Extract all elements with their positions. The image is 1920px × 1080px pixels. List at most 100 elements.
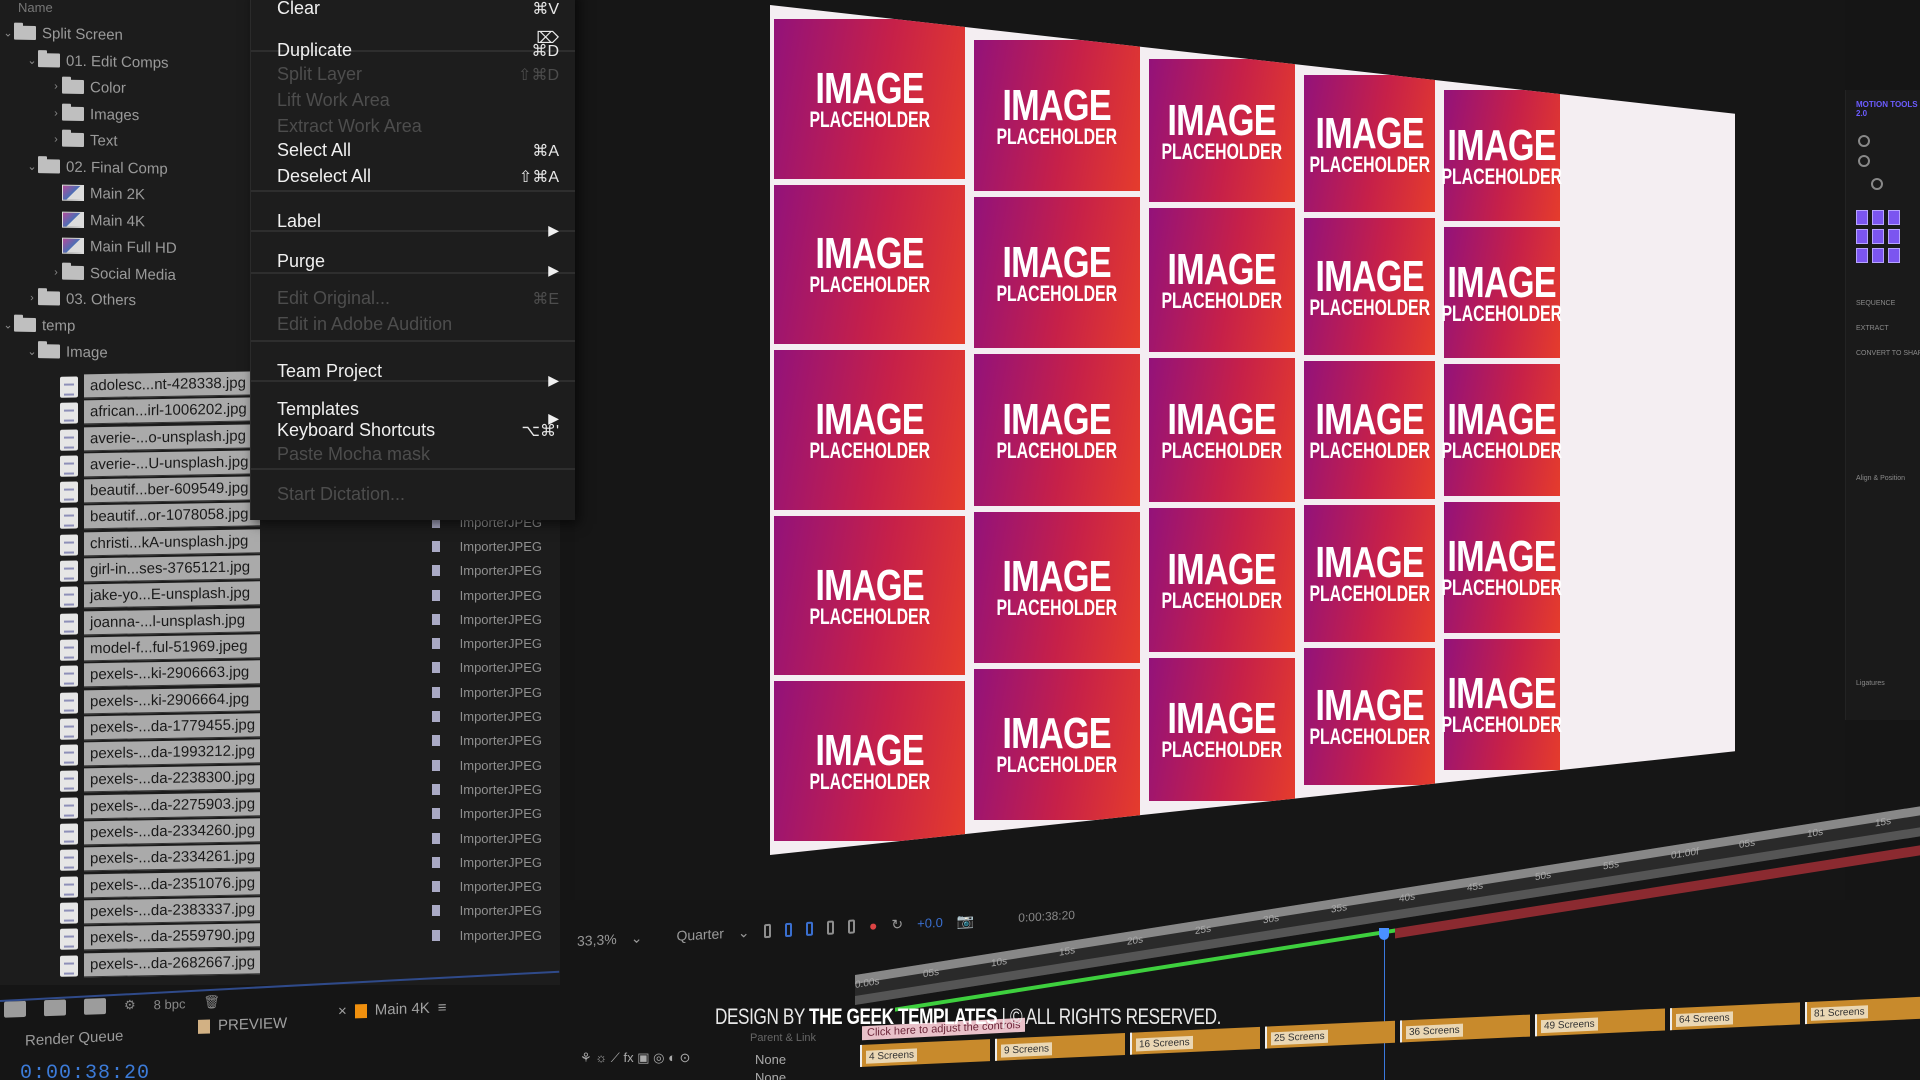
- menu-item-purge[interactable]: Purge ▶: [277, 244, 559, 279]
- chevron-right-icon[interactable]: ›: [50, 81, 62, 93]
- chevron-right-icon[interactable]: ›: [50, 266, 62, 278]
- file-row[interactable]: pexels-...da-1993212.jpg: [60, 738, 260, 768]
- file-row[interactable]: pexels-...da-2682667.jpg: [60, 949, 260, 979]
- file-row[interactable]: pexels-...da-2351076.jpg: [60, 870, 260, 900]
- chevron-down-icon[interactable]: ⌄: [2, 26, 14, 39]
- knob-icon[interactable]: [1858, 135, 1870, 147]
- file-row[interactable]: pexels-...ki-2906664.jpg: [60, 686, 260, 716]
- label-color-swatch[interactable]: [432, 540, 440, 552]
- file-row[interactable]: beautif...or-1078058.jpg: [60, 502, 260, 532]
- file-row[interactable]: joanna-...l-unsplash.jpg: [60, 607, 260, 637]
- extract-button[interactable]: EXTRACT: [1856, 325, 1889, 332]
- label-color-swatch[interactable]: [432, 662, 440, 674]
- magnification-dropdown[interactable]: 33,3%: [575, 931, 617, 949]
- file-row[interactable]: averie-...o-unsplash.jpg: [60, 423, 260, 453]
- composition-marker[interactable]: 25 Screens: [1265, 1020, 1395, 1049]
- file-row[interactable]: adolesc...nt-428338.jpg: [60, 370, 260, 400]
- image-placeholder-tile[interactable]: IMAGE PLACEHOLDER: [774, 681, 965, 841]
- file-row[interactable]: jake-yo...E-unsplash.jpg: [60, 581, 260, 611]
- composition-marker[interactable]: 16 Screens: [1130, 1026, 1260, 1055]
- sequence-button[interactable]: SEQUENCE: [1856, 300, 1895, 307]
- anchor-cell[interactable]: [1856, 210, 1868, 225]
- menu-item-label[interactable]: Label ▶: [277, 204, 559, 239]
- menu-item-duplicate[interactable]: Duplicate ⌘D: [277, 40, 559, 61]
- file-row[interactable]: pexels-...da-1779455.jpg: [60, 712, 260, 742]
- playhead-handle[interactable]: [1379, 928, 1389, 940]
- image-placeholder-tile[interactable]: IMAGE PLACEHOLDER: [1304, 75, 1435, 213]
- composition-marker[interactable]: 9 Screens: [995, 1032, 1125, 1061]
- file-row[interactable]: pexels-...ki-2906663.jpg: [60, 660, 260, 690]
- image-placeholder-tile[interactable]: IMAGE PLACEHOLDER: [974, 354, 1140, 506]
- file-row[interactable]: african...irl-1006202.jpg: [60, 397, 260, 427]
- parent-dropdown[interactable]: None: [755, 1052, 786, 1067]
- image-placeholder-tile[interactable]: IMAGE PLACEHOLDER: [1149, 358, 1295, 502]
- label-color-swatch[interactable]: [432, 783, 440, 795]
- image-placeholder-tile[interactable]: IMAGE PLACEHOLDER: [1442, 638, 1562, 770]
- image-placeholder-tile[interactable]: IMAGE PLACEHOLDER: [1149, 657, 1295, 802]
- composition-marker[interactable]: 81 Screens: [1805, 996, 1920, 1025]
- file-row[interactable]: averie-...U-unsplash.jpg: [60, 449, 260, 479]
- tab-preview[interactable]: PREVIEW: [198, 1015, 287, 1035]
- chevron-right-icon[interactable]: ›: [50, 107, 62, 119]
- label-color-swatch[interactable]: [432, 613, 440, 625]
- knob-icon[interactable]: [1858, 155, 1870, 167]
- composition-marker[interactable]: 64 Screens: [1670, 1002, 1800, 1031]
- image-placeholder-grid[interactable]: IMAGE PLACEHOLDER IMAGE PLACEHOLDER IMAGE PLA…: [770, 5, 1735, 855]
- chevron-down-icon[interactable]: ⌄: [26, 53, 38, 66]
- image-placeholder-tile[interactable]: IMAGE PLACEHOLDER: [974, 40, 1140, 192]
- image-placeholder-tile[interactable]: IMAGE PLACEHOLDER: [974, 197, 1140, 349]
- guides-icon[interactable]: [826, 920, 834, 935]
- anchor-cell[interactable]: [1872, 229, 1884, 244]
- anchor-cell[interactable]: [1888, 248, 1900, 263]
- composition-marker[interactable]: 49 Screens: [1535, 1008, 1665, 1037]
- label-color-swatch[interactable]: [432, 881, 440, 893]
- menu-item-deselect-all[interactable]: Deselect All ⇧⌘A: [277, 166, 559, 187]
- image-placeholder-tile[interactable]: IMAGE PLACEHOLDER: [1304, 647, 1435, 785]
- chevron-down-icon[interactable]: ⌄: [631, 929, 643, 947]
- file-row[interactable]: christi...kA-unsplash.jpg: [60, 528, 260, 558]
- parent-dropdown[interactable]: None: [755, 1070, 786, 1080]
- chevron-down-icon[interactable]: ⌄: [738, 923, 750, 941]
- label-color-swatch[interactable]: [432, 711, 440, 723]
- knob-icon[interactable]: [1871, 178, 1883, 190]
- label-color-swatch[interactable]: [432, 905, 440, 917]
- image-placeholder-tile[interactable]: IMAGE PLACEHOLDER: [1442, 227, 1562, 359]
- menu-item-keyboard-shortcuts[interactable]: Keyboard Shortcuts ⌥⌘': [277, 420, 559, 441]
- image-placeholder-tile[interactable]: IMAGE PLACEHOLDER: [1149, 58, 1295, 203]
- layer-switch-icons[interactable]: ⚘ ☼ ⟋ fx ▣ ◎ ◐ ⊙: [580, 1050, 690, 1066]
- label-color-swatch[interactable]: [432, 735, 440, 747]
- timeline-timecode[interactable]: 0:00:38:20: [20, 1062, 150, 1080]
- menu-item-clear[interactable]: Clear ⌘V: [277, 0, 559, 19]
- image-placeholder-tile[interactable]: IMAGE PLACEHOLDER: [774, 184, 965, 345]
- anchor-cell[interactable]: [1856, 248, 1868, 263]
- image-placeholder-tile[interactable]: IMAGE PLACEHOLDER: [974, 668, 1140, 820]
- chevron-down-icon[interactable]: ⌄: [26, 345, 38, 358]
- image-placeholder-tile[interactable]: IMAGE PLACEHOLDER: [1304, 218, 1435, 356]
- close-icon[interactable]: ×: [338, 1003, 347, 1020]
- image-placeholder-tile[interactable]: IMAGE PLACEHOLDER: [1442, 501, 1562, 633]
- transparency-grid-icon[interactable]: [784, 922, 792, 938]
- file-row[interactable]: pexels-...da-2275903.jpg: [60, 791, 260, 821]
- menu-icon[interactable]: ≡: [438, 999, 447, 1016]
- region-of-interest-icon[interactable]: [763, 923, 771, 939]
- file-row[interactable]: pexels-...da-2383337.jpg: [60, 896, 260, 926]
- label-color-swatch[interactable]: [432, 856, 440, 868]
- file-row[interactable]: pexels-...da-2334260.jpg: [60, 817, 260, 847]
- tree-item[interactable]: ⌄ Image: [0, 337, 260, 369]
- label-color-swatch[interactable]: [432, 686, 440, 698]
- image-placeholder-tile[interactable]: IMAGE PLACEHOLDER: [1149, 507, 1295, 652]
- label-color-swatch[interactable]: [432, 638, 440, 650]
- composition-marker[interactable]: 36 Screens: [1400, 1014, 1530, 1043]
- file-row[interactable]: girl-in...ses-3765121.jpg: [60, 554, 260, 584]
- image-placeholder-tile[interactable]: IMAGE PLACEHOLDER: [974, 511, 1140, 663]
- menu-item-team-project[interactable]: Team Project ▶: [277, 354, 559, 389]
- anchor-cell[interactable]: [1888, 210, 1900, 225]
- tab-main-4k[interactable]: × Main 4K ≡: [338, 999, 447, 1020]
- resolution-dropdown[interactable]: Quarter: [676, 925, 723, 943]
- composition-marker[interactable]: 4 Screens: [860, 1039, 990, 1067]
- label-color-swatch[interactable]: [432, 808, 440, 820]
- chevron-right-icon[interactable]: ›: [50, 134, 62, 146]
- anchor-cell[interactable]: [1872, 210, 1884, 225]
- anchor-cell[interactable]: [1856, 229, 1868, 244]
- 3d-view-icon[interactable]: [847, 919, 855, 934]
